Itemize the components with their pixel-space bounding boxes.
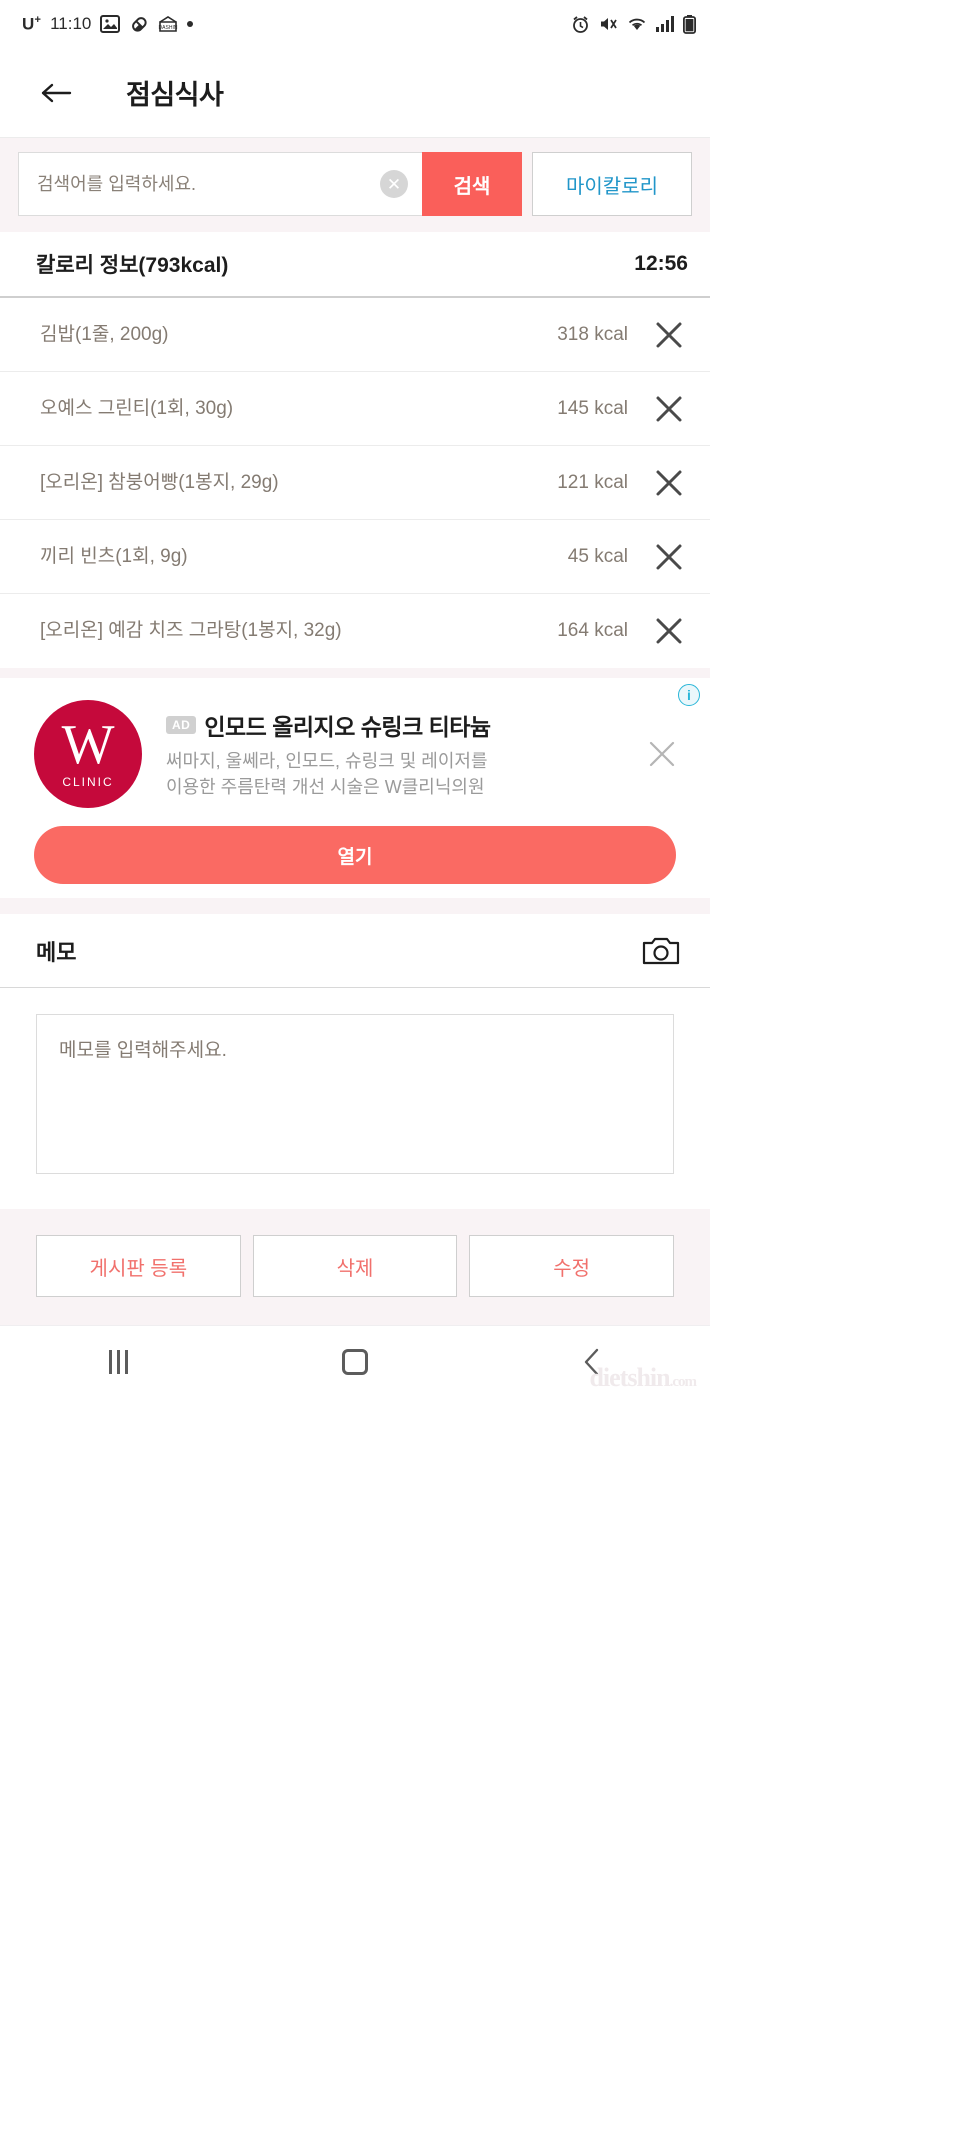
ad-description-line1: 써마지, 울쎄라, 인모드, 슈링크 및 레이저를 (166, 750, 488, 771)
status-bar-left: U+ 11:10 DASHIN (22, 14, 571, 35)
calorie-info-header: 칼로리 정보(793kcal) 12:56 (0, 232, 710, 298)
food-item-row: 끼리 빈츠(1회, 9g) 45 kcal (0, 520, 710, 594)
status-bar: U+ 11:10 DASHIN (0, 0, 710, 48)
food-item-row: 김밥(1줄, 200g) 318 kcal (0, 298, 710, 372)
alarm-icon (571, 15, 590, 34)
battery-icon (682, 14, 696, 34)
my-calorie-button[interactable]: 마이칼로리 (532, 152, 692, 216)
back-icon (584, 1348, 598, 1375)
food-item-kcal: 164 kcal (557, 620, 628, 641)
wifi-icon (627, 16, 647, 32)
page-title: 점심식사 (126, 80, 224, 110)
memo-header: 메모 (0, 914, 710, 988)
meal-time: 12:56 (634, 252, 688, 275)
ad-description-line2: 이용한 주름탄력 개선 시술은 W클리닉의원 (166, 777, 485, 797)
food-item-row: [오리온] 예감 치즈 그라탕(1봉지, 32g) 164 kcal (0, 594, 710, 668)
food-item-kcal: 45 kcal (567, 545, 628, 567)
food-item-delete-icon[interactable] (628, 320, 710, 350)
ad-info-icon[interactable]: i (678, 684, 700, 706)
food-list: 김밥(1줄, 200g) 318 kcal 오예스 그린티(1회, 30g) 145 … (0, 298, 710, 668)
food-item-delete-icon[interactable] (628, 394, 710, 424)
dashin-icon: DASHIN (158, 15, 178, 33)
ad-title-row: AD 인모드 올리지오 슈링크 티타늄 (166, 708, 632, 742)
signal-icon (656, 16, 674, 32)
status-bar-right (571, 14, 696, 34)
app-header: 점심식사 (0, 48, 710, 138)
memo-input[interactable] (36, 1014, 674, 1174)
food-item-name: [오리온] 예감 치즈 그라탕(1봉지, 32g) (40, 620, 342, 642)
calorie-info-title: 칼로리 정보(793kcal) (36, 254, 229, 277)
food-item-kcal: 318 kcal (557, 323, 628, 345)
food-item-name: 끼리 빈츠(1회, 9g) (40, 545, 188, 567)
system-back-button[interactable] (552, 1337, 632, 1387)
food-item-row: 오예스 그린티(1회, 30g) 145 kcal (0, 372, 710, 446)
image-icon (100, 15, 121, 33)
food-item-name: [오리온] 참붕어빵(1봉지, 29g) (40, 471, 279, 493)
pill-icon (129, 14, 149, 34)
dot-icon (187, 21, 194, 27)
food-item-delete-icon[interactable] (628, 616, 710, 646)
status-time: 11:10 (50, 14, 92, 33)
ad-logo: W CLINIC (34, 700, 142, 808)
food-item-name: 김밥(1줄, 200g) (40, 323, 169, 345)
ad-logo-letter: W (61, 714, 115, 777)
camera-icon[interactable] (642, 935, 680, 967)
action-buttons: 게시판 등록 삭제 수정 (0, 1209, 710, 1325)
board-register-button[interactable]: 게시판 등록 (36, 1235, 241, 1297)
home-button[interactable] (315, 1337, 395, 1387)
system-navigation-bar: dietshin.com (0, 1325, 710, 1397)
recents-button[interactable] (78, 1337, 158, 1387)
search-input[interactable] (37, 173, 380, 195)
ad-logo-sub: CLINIC (62, 774, 114, 789)
edit-button[interactable]: 수정 (469, 1235, 675, 1297)
home-icon (341, 1348, 368, 1375)
search-field[interactable]: ✕ (18, 152, 422, 216)
food-item-kcal: 145 kcal (557, 397, 628, 419)
food-item-kcal: 121 kcal (557, 471, 628, 493)
ad-open-button[interactable]: 열기 (34, 826, 676, 884)
ad-badge: AD (166, 715, 197, 734)
search-button[interactable]: 검색 (422, 152, 522, 216)
ad-main: W CLINIC AD 인모드 올리지오 슈링크 티타늄 써마지, 울쎄라, 인… (0, 678, 710, 812)
ad-close-icon[interactable] (632, 737, 692, 771)
search-bar: ✕ 검색 마이칼로리 (0, 138, 710, 232)
food-item-row: [오리온] 참붕어빵(1봉지, 29g) 121 kcal (0, 446, 710, 520)
food-item-delete-icon[interactable] (628, 468, 710, 498)
recents-icon (108, 1349, 128, 1374)
advertisement[interactable]: i W CLINIC AD 인모드 올리지오 슈링크 티타늄 써마지, 울쎄라,… (0, 678, 710, 898)
svg-text:DASHIN: DASHIN (159, 25, 178, 31)
ad-text: AD 인모드 올리지오 슈링크 티타늄 써마지, 울쎄라, 인모드, 슈링크 및… (142, 708, 632, 800)
memo-label: 메모 (36, 939, 77, 965)
ad-separator (0, 668, 710, 678)
memo-body (0, 988, 710, 1209)
mute-icon (599, 15, 618, 33)
back-button[interactable] (34, 71, 78, 115)
food-item-name: 오예스 그린티(1회, 30g) (40, 397, 234, 419)
carrier-label: U+ (22, 13, 42, 34)
memo-separator (0, 898, 710, 914)
watermark-suffix: .com (669, 1374, 697, 1390)
delete-button[interactable]: 삭제 (252, 1235, 458, 1297)
clear-icon[interactable]: ✕ (380, 170, 408, 198)
food-item-delete-icon[interactable] (628, 542, 710, 572)
ad-title: 인모드 올리지오 슈링크 티타늄 (204, 713, 491, 740)
ad-description: 써마지, 울쎄라, 인모드, 슈링크 및 레이저를 이용한 주름탄력 개선 시술… (166, 748, 632, 800)
arrow-left-icon (41, 83, 72, 102)
